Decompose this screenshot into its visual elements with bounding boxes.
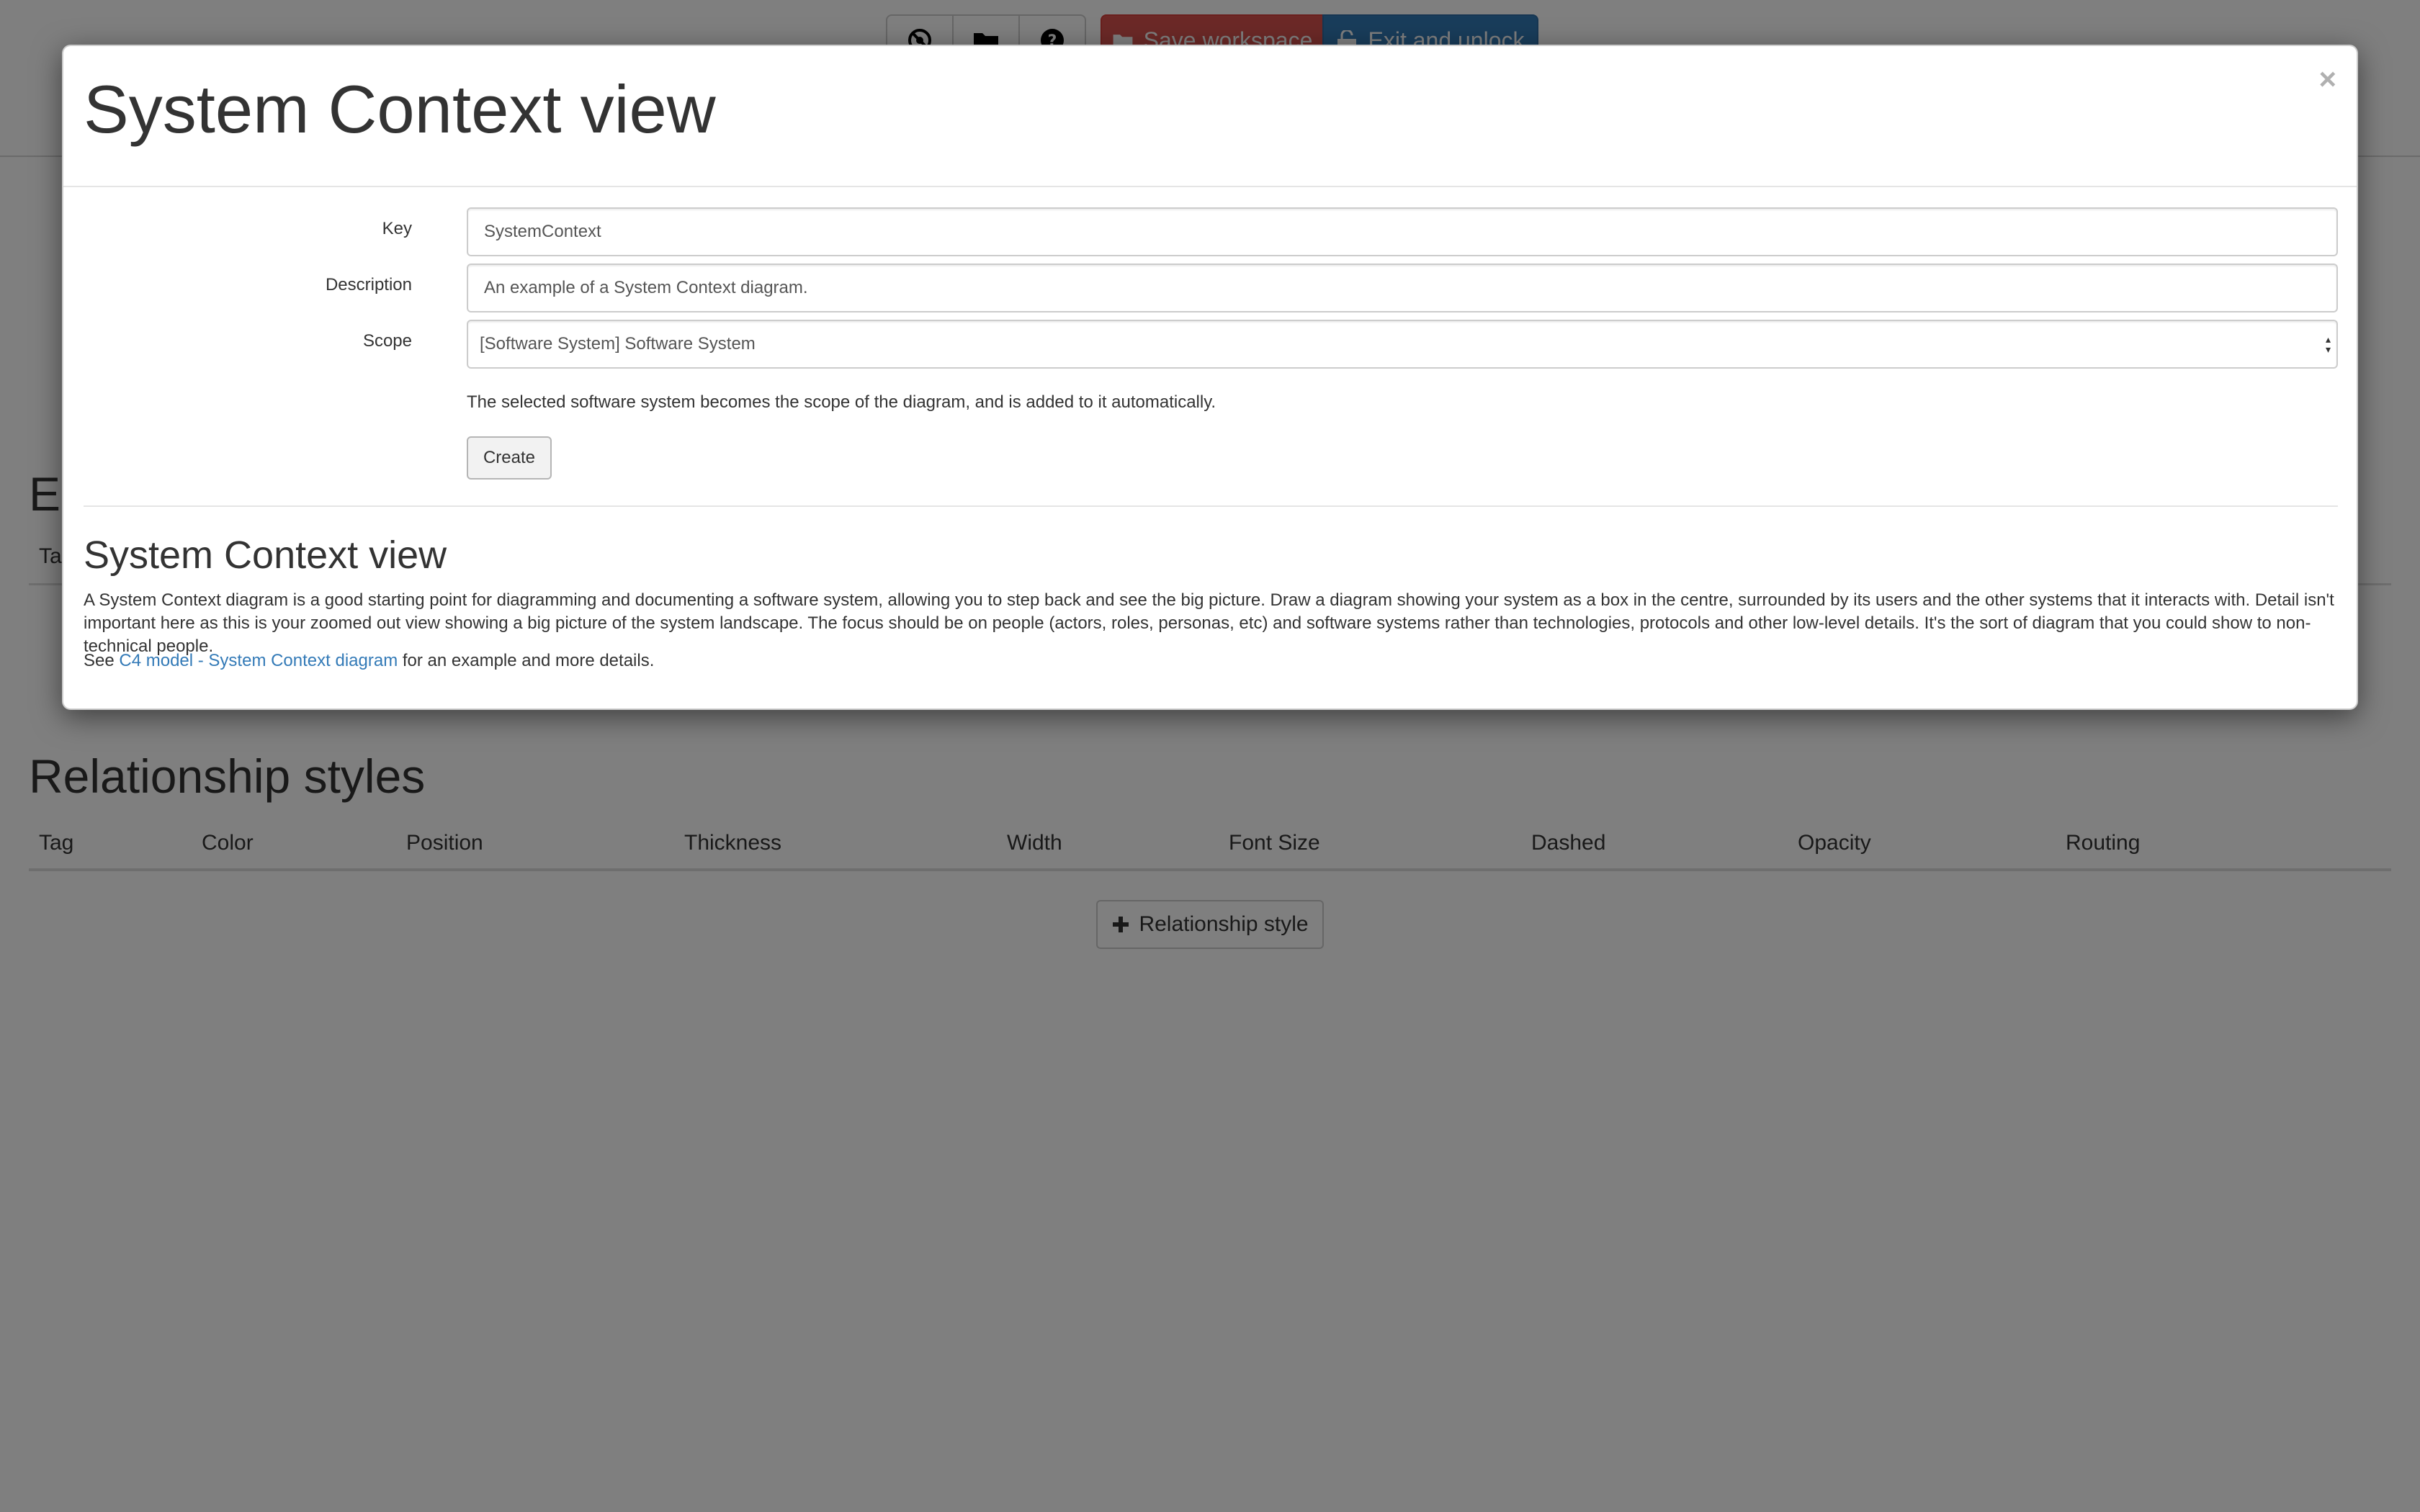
scope-label: Scope [362,331,412,351]
scope-help-text: The selected software system becomes the… [467,392,1216,412]
close-icon[interactable]: × [2318,62,2336,96]
modal-divider [84,505,2338,507]
scope-select[interactable]: [Software System] Software System ▴ ▾ [467,320,2338,369]
see-prefix: See [84,651,120,670]
create-button[interactable]: Create [467,436,552,480]
documentation-see-line: See C4 model - System Context diagram fo… [84,651,654,671]
description-input[interactable]: An example of a System Context diagram. [467,264,2338,312]
c4-model-link[interactable]: C4 model - System Context diagram [119,651,398,670]
key-label: Key [382,219,412,238]
documentation-paragraph: A System Context diagram is a good start… [84,590,2334,656]
system-context-modal: System Context view × Key SystemContext … [62,45,2358,710]
description-label: Description [325,275,412,294]
select-arrows-icon: ▴ ▾ [2325,333,2331,355]
key-input-value: SystemContext [484,222,601,241]
modal-title: System Context view [84,71,716,147]
scope-select-value: [Software System] Software System [480,334,756,354]
documentation-heading: System Context view [84,534,447,577]
see-suffix: for an example and more details. [398,651,655,670]
modal-header: System Context view × [63,46,2357,187]
description-input-value: An example of a System Context diagram. [484,278,808,297]
key-input[interactable]: SystemContext [467,207,2338,256]
